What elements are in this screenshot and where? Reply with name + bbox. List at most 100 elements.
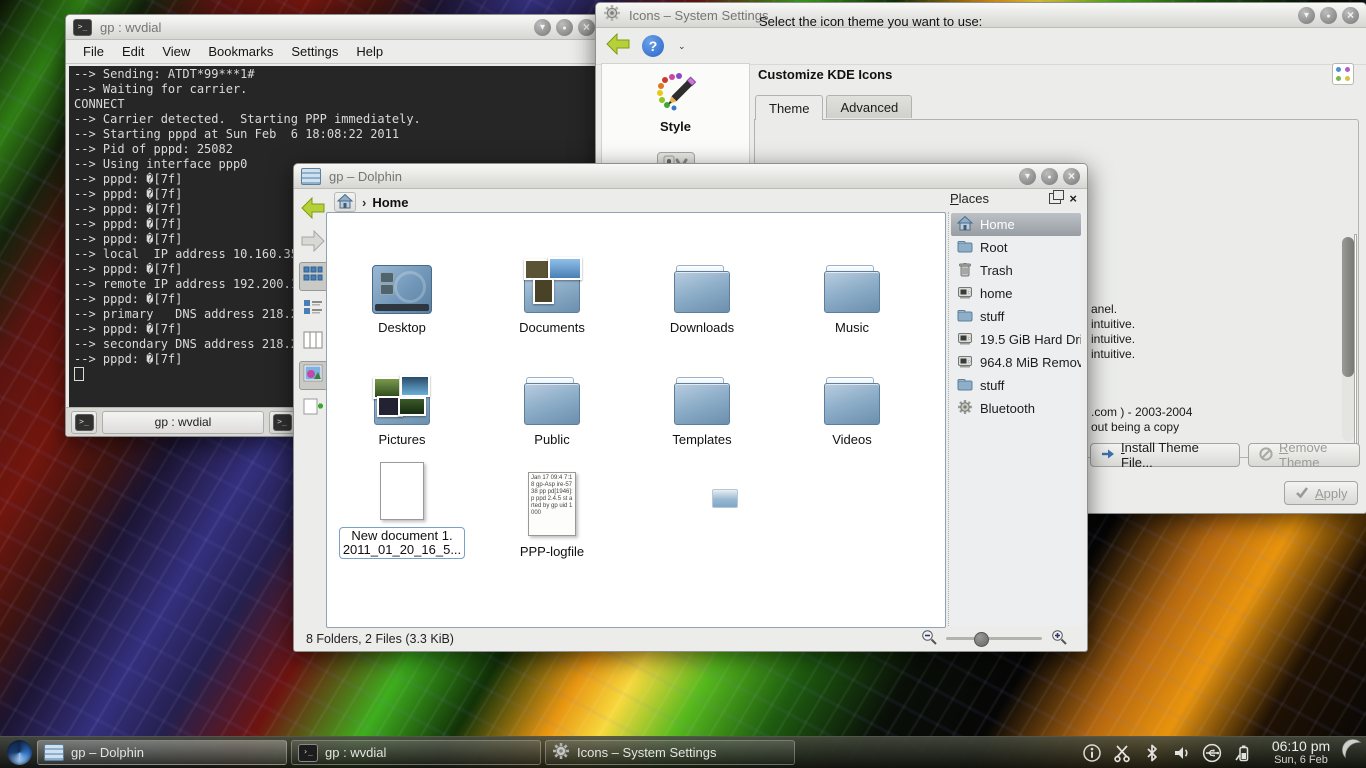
zoom-slider[interactable]: [946, 637, 1042, 640]
style-icon[interactable]: [656, 72, 696, 117]
split-view-button[interactable]: [299, 394, 328, 423]
tab-list-button[interactable]: [269, 411, 295, 434]
dolphin-titlebar[interactable]: gp – Dolphin: [294, 164, 1087, 189]
scrollbar-thumb[interactable]: [1342, 237, 1354, 377]
minimize-button[interactable]: [534, 19, 551, 36]
forward-button[interactable]: [299, 229, 328, 258]
places-item-trash[interactable]: Trash: [951, 259, 1081, 282]
bluetooth-icon[interactable]: [1142, 743, 1162, 763]
menu-bookmarks[interactable]: Bookmarks: [199, 42, 282, 61]
terminal-tab[interactable]: gp : wvdial: [102, 411, 264, 434]
file-item-new-document-1-[interactable]: New document 1.2011_01_20_16_5...: [327, 447, 477, 559]
task-system-settings[interactable]: Icons – System Settings: [545, 740, 795, 765]
file-label: Videos: [832, 433, 872, 447]
minimize-button[interactable]: [1019, 168, 1036, 185]
file-label: Desktop: [378, 321, 426, 335]
places-item-home[interactable]: Home: [951, 213, 1081, 236]
breadcrumb-separator: [362, 195, 366, 210]
scrollbar[interactable]: [1342, 237, 1354, 441]
dolphin-statusbar: 8 Folders, 2 Files (3.3 KiB): [298, 626, 1083, 651]
zoom-slider-handle[interactable]: [974, 632, 989, 647]
minimize-button[interactable]: [1298, 7, 1315, 24]
menu-view[interactable]: View: [153, 42, 199, 61]
remove-slash-icon: [1259, 447, 1273, 464]
back-button[interactable]: [606, 33, 630, 60]
file-item-documents[interactable]: Documents: [477, 223, 627, 335]
battery-icon[interactable]: [1232, 743, 1252, 763]
help-icon[interactable]: [642, 35, 664, 57]
task-dolphin[interactable]: gp – Dolphin: [37, 740, 287, 765]
tab-advanced[interactable]: Advanced: [826, 95, 912, 118]
places-item-964-8-mib-remov-[interactable]: 964.8 MiB Remov...: [951, 351, 1081, 374]
close-button[interactable]: [1063, 168, 1080, 185]
icon-theme-list[interactable]: [1354, 234, 1357, 444]
places-item-home[interactable]: home: [951, 282, 1081, 305]
home-icon[interactable]: [334, 192, 356, 212]
places-item-root[interactable]: Root: [951, 236, 1081, 259]
places-item-stuff[interactable]: stuff: [951, 374, 1081, 397]
maximize-button[interactable]: [1041, 168, 1058, 185]
zoom-in-icon[interactable]: [1051, 629, 1067, 648]
home-icon: [957, 215, 973, 234]
preview-button[interactable]: [299, 361, 328, 390]
check-icon: [1295, 486, 1309, 501]
places-item-19-5-gib-hard-drive[interactable]: 19.5 GiB Hard Drive: [951, 328, 1081, 351]
details-view-button[interactable]: [299, 295, 328, 324]
sidebar-item-style[interactable]: Style: [660, 119, 691, 134]
terminal-titlebar[interactable]: gp : wvdial: [66, 15, 602, 40]
chevron-down-icon[interactable]: [678, 41, 686, 52]
places-item-stuff[interactable]: stuff: [951, 305, 1081, 328]
tab-theme[interactable]: Theme: [755, 95, 823, 120]
zoom-out-icon[interactable]: [921, 629, 937, 648]
clock-time: 06:10 pm: [1266, 738, 1336, 754]
file-view[interactable]: Desktop DocumentsDownloadsMusic PicturesPu…: [326, 212, 946, 628]
file-item-music[interactable]: Music: [777, 223, 927, 335]
file-item-templates[interactable]: Templates: [627, 335, 777, 447]
terminal-cursor: [74, 367, 84, 381]
info-icon[interactable]: [1082, 743, 1102, 763]
close-button[interactable]: [578, 19, 595, 36]
terminal-line: --> Waiting for carrier.: [74, 82, 594, 97]
columns-view-button[interactable]: [299, 328, 328, 357]
volume-icon[interactable]: [1172, 743, 1192, 763]
places-item-bluetooth[interactable]: Bluetooth: [951, 397, 1081, 420]
file-item-desktop[interactable]: Desktop: [327, 223, 477, 335]
file-item-videos[interactable]: Videos: [777, 335, 927, 447]
places-item-label: Trash: [980, 263, 1013, 278]
gear-icon: [552, 742, 570, 763]
close-panel-icon[interactable]: [1069, 192, 1077, 205]
file-item-ppp-logfile[interactable]: Jan 17 09:4 7:18 gp-Asp ire-5738 pp pd[1…: [477, 447, 627, 559]
places-panel-header: Places: [950, 191, 1077, 206]
menu-help[interactable]: Help: [347, 42, 392, 61]
menu-settings[interactable]: Settings: [282, 42, 347, 61]
places-panel: HomeRootTrashhomestuff19.5 GiB Hard Driv…: [948, 212, 1083, 626]
task-wvdial[interactable]: gp : wvdial: [291, 740, 541, 765]
launcher-logo-icon[interactable]: [7, 740, 32, 765]
maximize-button[interactable]: [556, 19, 573, 36]
breadcrumb-location[interactable]: Home: [372, 195, 408, 210]
new-tab-button[interactable]: [71, 411, 97, 434]
places-item-label: 964.8 MiB Remov...: [980, 355, 1081, 370]
remove-theme-button[interactable]: Remove Theme: [1248, 443, 1360, 467]
float-panel-icon[interactable]: [1049, 193, 1061, 204]
clock[interactable]: 06:10 pm Sun, 6 Feb: [1266, 738, 1336, 767]
menu-edit[interactable]: Edit: [113, 42, 153, 61]
usb-icon[interactable]: [1202, 743, 1222, 763]
install-theme-button[interactable]: Install Theme File...: [1090, 443, 1240, 467]
file-item-public[interactable]: Public: [477, 335, 627, 447]
file-item-downloads[interactable]: Downloads: [627, 223, 777, 335]
overview-dots-icon[interactable]: [1332, 63, 1354, 85]
file-item-pictures[interactable]: Pictures: [327, 335, 477, 447]
back-button[interactable]: [299, 196, 328, 225]
folder-icon: [824, 383, 880, 425]
menu-file[interactable]: File: [74, 42, 113, 61]
terminal-icon: [75, 414, 94, 431]
clipboard-scissors-icon[interactable]: [1112, 743, 1132, 763]
maximize-button[interactable]: [1320, 7, 1337, 24]
close-button[interactable]: [1342, 7, 1359, 24]
page-title: Customize KDE Icons: [758, 67, 892, 82]
places-item-label: Home: [980, 217, 1015, 232]
apply-button[interactable]: Apply: [1284, 481, 1358, 505]
icons-view-button[interactable]: [299, 262, 328, 291]
panel-cashew-icon[interactable]: [1342, 739, 1364, 766]
